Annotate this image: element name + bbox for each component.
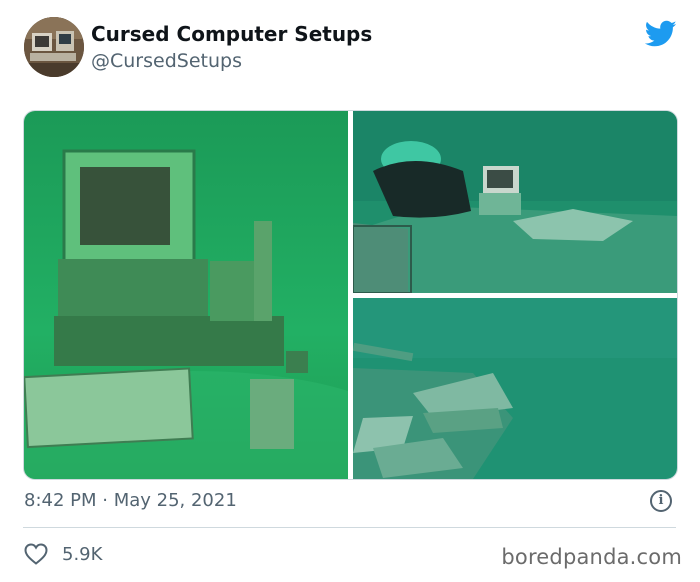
divider — [23, 527, 676, 528]
author-handle[interactable]: @CursedSetups — [91, 50, 242, 72]
heart-icon[interactable] — [24, 543, 48, 565]
avatar[interactable] — [24, 17, 84, 77]
watermark: boredpanda.com — [501, 545, 682, 569]
twitter-bird-icon[interactable] — [645, 20, 677, 48]
info-icon[interactable]: i — [650, 490, 672, 512]
like-button[interactable]: 5.9K — [24, 541, 102, 567]
author-name[interactable]: Cursed Computer Setups — [91, 22, 372, 46]
tweet-card: Cursed Computer Setups @CursedSetups 8:4… — [0, 0, 700, 582]
avatar-image — [24, 17, 84, 77]
tweet-media-grid — [23, 110, 678, 480]
scuba-diver-photo[interactable] — [353, 111, 677, 293]
underwater-computer-photo[interactable] — [24, 111, 348, 479]
tweet-timestamp[interactable]: 8:42 PM · May 25, 2021 — [24, 490, 237, 511]
like-count: 5.9K — [62, 543, 103, 565]
underwater-wreck-photo[interactable] — [353, 298, 677, 479]
